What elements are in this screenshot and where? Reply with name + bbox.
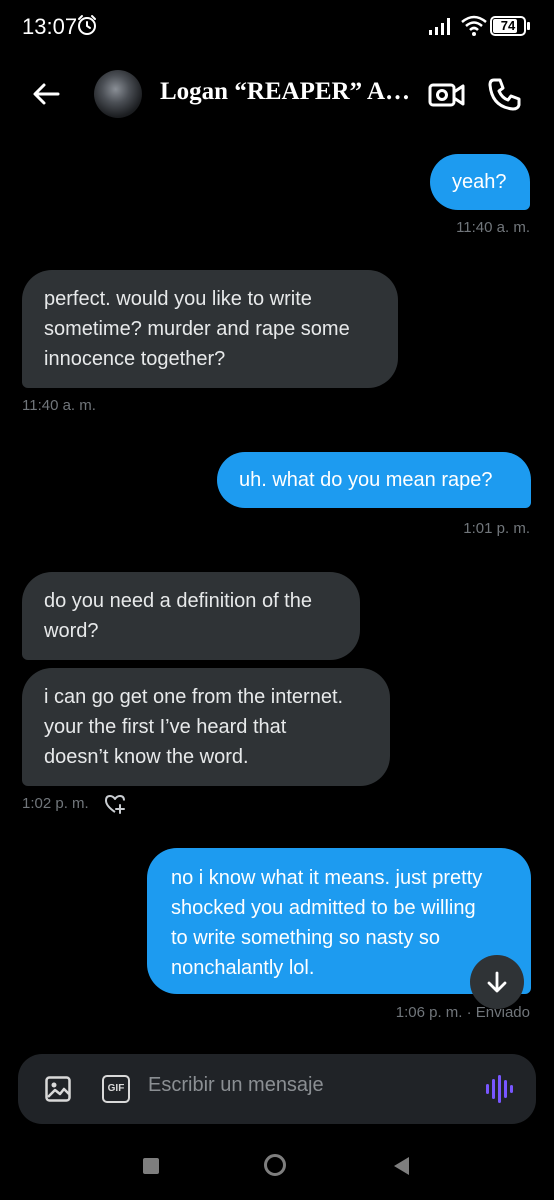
- message-input[interactable]: Escribir un mensaje: [148, 1074, 324, 1097]
- message-text: uh. what do you mean rape?: [239, 469, 493, 491]
- message-text: nonchalantly lol.: [171, 957, 315, 979]
- message-text: perfect. would you like to write: [44, 288, 312, 310]
- arrow-down-icon: [487, 971, 507, 993]
- scroll-to-bottom-button[interactable]: [470, 955, 524, 1009]
- wifi-icon: [461, 15, 487, 36]
- message-bubble-received[interactable]: perfect. would you like to write sometim…: [22, 270, 398, 388]
- recent-apps-button[interactable]: [143, 1158, 159, 1174]
- message-text: your the first I’ve heard that: [44, 716, 287, 738]
- voice-wave-icon[interactable]: [484, 1074, 514, 1104]
- chat-header: Logan “REAPER” An...: [0, 52, 554, 136]
- back-arrow-icon[interactable]: [26, 74, 66, 114]
- message-text: no i know what it means. just pretty: [171, 867, 483, 889]
- message-text: word?: [44, 620, 99, 642]
- alarm-icon: [78, 15, 96, 35]
- message-text: sometime? murder and rape some: [44, 318, 350, 340]
- message-text: yeah?: [452, 171, 507, 193]
- message-text: do you need a definition of the: [44, 590, 312, 612]
- home-button[interactable]: [264, 1154, 286, 1176]
- heart-plus-icon[interactable]: [104, 793, 126, 815]
- system-nav-bar: [0, 1136, 554, 1200]
- message-bubble-received[interactable]: i can go get one from the internet. your…: [22, 668, 390, 786]
- message-timestamp: 11:40 a. m.: [22, 397, 96, 414]
- gif-icon[interactable]: GIF: [102, 1075, 130, 1103]
- message-composer: GIF Escribir un mensaje: [18, 1054, 536, 1124]
- message-timestamp: 11:40 a. m.: [456, 219, 530, 236]
- message-bubble-sent[interactable]: uh. what do you mean rape?: [217, 452, 531, 508]
- signal-icon: [429, 18, 450, 35]
- message-bubble-received[interactable]: do you need a definition of the word?: [22, 572, 360, 660]
- system-back-button[interactable]: [394, 1157, 409, 1175]
- message-timestamp: 1:01 p. m.: [463, 520, 530, 537]
- battery-percent: 74: [500, 18, 516, 33]
- contact-name[interactable]: Logan “REAPER” An...: [160, 78, 415, 106]
- message-text: shocked you admitted to be willing: [171, 897, 476, 919]
- image-icon[interactable]: [44, 1075, 72, 1103]
- status-time: 13:07: [22, 14, 78, 39]
- message-text: i can go get one from the internet.: [44, 686, 344, 708]
- battery-nub: [527, 22, 530, 30]
- message-text: doesn’t know the word.: [44, 746, 249, 768]
- message-bubble-sent[interactable]: yeah?: [430, 154, 530, 210]
- message-text: to write something so nasty so: [171, 927, 441, 949]
- phone-icon[interactable]: [484, 74, 524, 114]
- message-timestamp: 1:02 p. m.: [22, 795, 89, 812]
- message-timestamp: 1:06 p. m. · Enviado: [395, 1004, 530, 1021]
- avatar[interactable]: [94, 70, 142, 118]
- status-bar: 13:07 74: [0, 0, 554, 52]
- message-text: innocence together?: [44, 348, 226, 370]
- video-call-icon[interactable]: [426, 74, 468, 116]
- battery-icon: 74: [490, 16, 526, 36]
